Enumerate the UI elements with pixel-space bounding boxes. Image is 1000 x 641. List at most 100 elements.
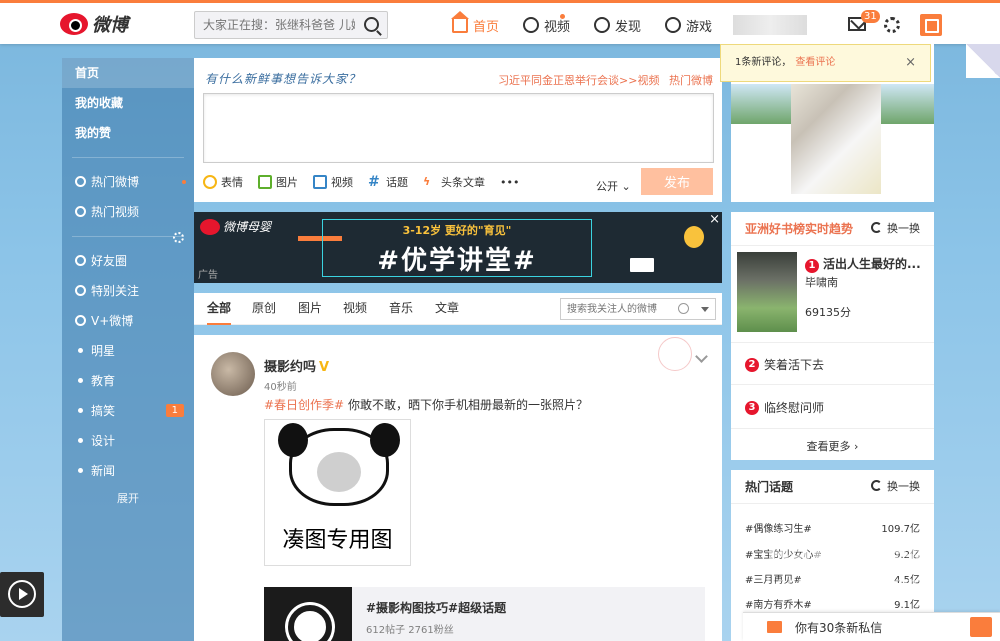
bullet-icon: [78, 438, 83, 443]
topic-row[interactable]: #南方有乔木# 9.1亿: [745, 596, 920, 611]
sidebar-item-label: 新闻: [91, 464, 116, 478]
post-time[interactable]: 40秒前: [264, 378, 297, 393]
video-button[interactable]: 视频: [313, 174, 353, 190]
emoji-button[interactable]: 表情: [203, 174, 243, 190]
tool-label: 话题: [386, 176, 408, 189]
close-icon[interactable]: ×: [905, 45, 916, 81]
banner-subtitle: 3-12岁 更好的"育见": [402, 224, 512, 237]
new-dot: [182, 180, 186, 184]
tab-pictures[interactable]: 图片: [298, 293, 322, 325]
sidebar-settings-icon[interactable]: [173, 232, 184, 243]
sidebar-item-stars[interactable]: 明星: [62, 336, 194, 366]
sidebar-item-hot-weibo[interactable]: 热门微博: [62, 167, 194, 197]
book-cover-image[interactable]: [737, 252, 797, 332]
book-rank-2[interactable]: 2 笑着活下去: [745, 356, 824, 373]
logo-text: 微博: [92, 15, 128, 36]
chat-icon[interactable]: [970, 617, 992, 637]
sidebar-item-favorites[interactable]: 我的收藏: [62, 88, 194, 118]
sidebar-item-funny[interactable]: 搞笑 1: [62, 396, 194, 426]
ad-banner[interactable]: 微博母婴 3-12岁 更好的"育见" #优学讲堂# 广告 ×: [194, 212, 722, 283]
username-link[interactable]: [733, 15, 807, 35]
avatar[interactable]: [211, 352, 255, 396]
publish-button[interactable]: 发布: [641, 168, 713, 195]
nav-home[interactable]: 首页: [451, 11, 499, 35]
sidebar-item-design[interactable]: 设计: [62, 426, 194, 456]
publisher-prompt: 有什么新鲜事想告诉大家？: [205, 72, 362, 86]
book-icon: [630, 258, 654, 272]
feed-search-input[interactable]: [561, 299, 673, 319]
post-textarea[interactable]: [203, 93, 714, 163]
panel-title[interactable]: 亚洲好书榜实时趋势: [745, 222, 853, 236]
nav-video[interactable]: 视频: [523, 13, 571, 35]
sidebar-item-likes[interactable]: 我的赞: [62, 118, 194, 148]
tab-music[interactable]: 音乐: [389, 293, 413, 325]
sidebar-item-label: 好友圈: [91, 254, 128, 268]
book-rank-3[interactable]: 3 临终慰问师: [745, 399, 824, 416]
refresh-button[interactable]: 换一换: [871, 470, 920, 504]
hot-news-link[interactable]: 习近平同金正恩举行会谈>>视频: [498, 74, 659, 87]
sidebar-item-hot-video[interactable]: 热门视频: [62, 197, 194, 227]
compose-icon[interactable]: [920, 14, 942, 36]
nav-discover[interactable]: 发现: [594, 16, 641, 35]
publisher-toolbar: 表情 图片 视频 # 话题 ϟ 头条文章 •••: [203, 174, 534, 190]
banner-title: #优学讲堂#: [377, 246, 537, 276]
private-message-bar[interactable]: 你有30条新私信: [743, 612, 1000, 641]
weibo-logo[interactable]: 微博: [60, 9, 128, 39]
refresh-label: 换一换: [887, 480, 920, 493]
sidebar-item-label: 教育: [91, 374, 116, 388]
nav-games[interactable]: 游戏: [665, 16, 712, 35]
post-author[interactable]: 摄影约吗 V: [264, 356, 329, 375]
tab-articles[interactable]: 文章: [435, 293, 459, 325]
view-comments-link[interactable]: 查看评论: [795, 57, 835, 68]
search-icon[interactable]: [678, 303, 689, 314]
hot-weibo-link[interactable]: 热门微博: [669, 74, 713, 87]
book-title: 活出人生最好的...: [823, 257, 921, 271]
sidebar-item-home[interactable]: 首页: [62, 58, 194, 88]
nav-video-label: 视频: [544, 19, 571, 35]
sidebar-item-education[interactable]: 教育: [62, 366, 194, 396]
page-corner-fold[interactable]: [966, 44, 1000, 78]
vplus-icon: [75, 315, 86, 326]
chevron-down-icon[interactable]: [701, 307, 709, 312]
sidebar-item-friends[interactable]: 好友圈: [62, 246, 194, 276]
sidebar-item-vplus[interactable]: V+微博: [62, 306, 194, 336]
author-name: 摄影约吗: [264, 360, 317, 375]
hot-links: 习近平同金正恩举行会谈>>视频 热门微博: [492, 72, 713, 88]
rank-badge: 2: [745, 357, 759, 372]
search-input[interactable]: [195, 12, 355, 38]
tab-videos[interactable]: 视频: [343, 293, 367, 325]
home-icon: [451, 11, 469, 33]
special-follow-icon: [75, 285, 86, 296]
topic-button[interactable]: # 话题: [368, 174, 408, 190]
tab-all[interactable]: 全部: [207, 293, 232, 325]
post-image[interactable]: 凑图专用图: [264, 419, 411, 566]
visibility-dropdown[interactable]: 公开 ⌄: [596, 178, 631, 194]
close-icon[interactable]: ×: [709, 212, 720, 227]
divider: [731, 342, 934, 343]
chevron-down-icon[interactable]: [695, 350, 708, 363]
search-icon[interactable]: [364, 17, 379, 32]
tab-original[interactable]: 原创: [252, 293, 276, 325]
more-tools-button[interactable]: •••: [500, 176, 519, 189]
sidebar-item-news[interactable]: 新闻: [62, 456, 194, 486]
refresh-button[interactable]: 换一换: [871, 212, 920, 246]
expand-button[interactable]: 展开: [113, 490, 143, 506]
visibility-label: 公开: [596, 180, 618, 193]
sidebar-divider: [72, 236, 184, 237]
post-hashtag[interactable]: #春日创作季#: [264, 398, 344, 412]
sidebar-item-special[interactable]: 特别关注: [62, 276, 194, 306]
super-topic-card[interactable]: #摄影构图技巧#超级话题 612帖子 2761粉丝: [264, 587, 705, 641]
watermark-url: jingyan.baidu.com: [766, 576, 919, 591]
rank-badge: 3: [745, 400, 759, 415]
video-player-button[interactable]: [0, 572, 44, 617]
sidebar-item-label: 搞笑: [91, 404, 116, 418]
book-rank-1[interactable]: 1 活出人生最好的...: [805, 255, 921, 273]
light-bulb-icon: [684, 226, 704, 248]
image-button[interactable]: 图片: [258, 174, 298, 190]
article-button[interactable]: ϟ 头条文章: [423, 174, 485, 190]
rank-badge: 1: [805, 259, 819, 273]
sidebar-item-label: 特别关注: [91, 284, 140, 298]
video-icon: [523, 17, 540, 33]
view-more-link[interactable]: 查看更多 ›: [731, 438, 934, 454]
settings-gear-icon[interactable]: [884, 17, 900, 33]
